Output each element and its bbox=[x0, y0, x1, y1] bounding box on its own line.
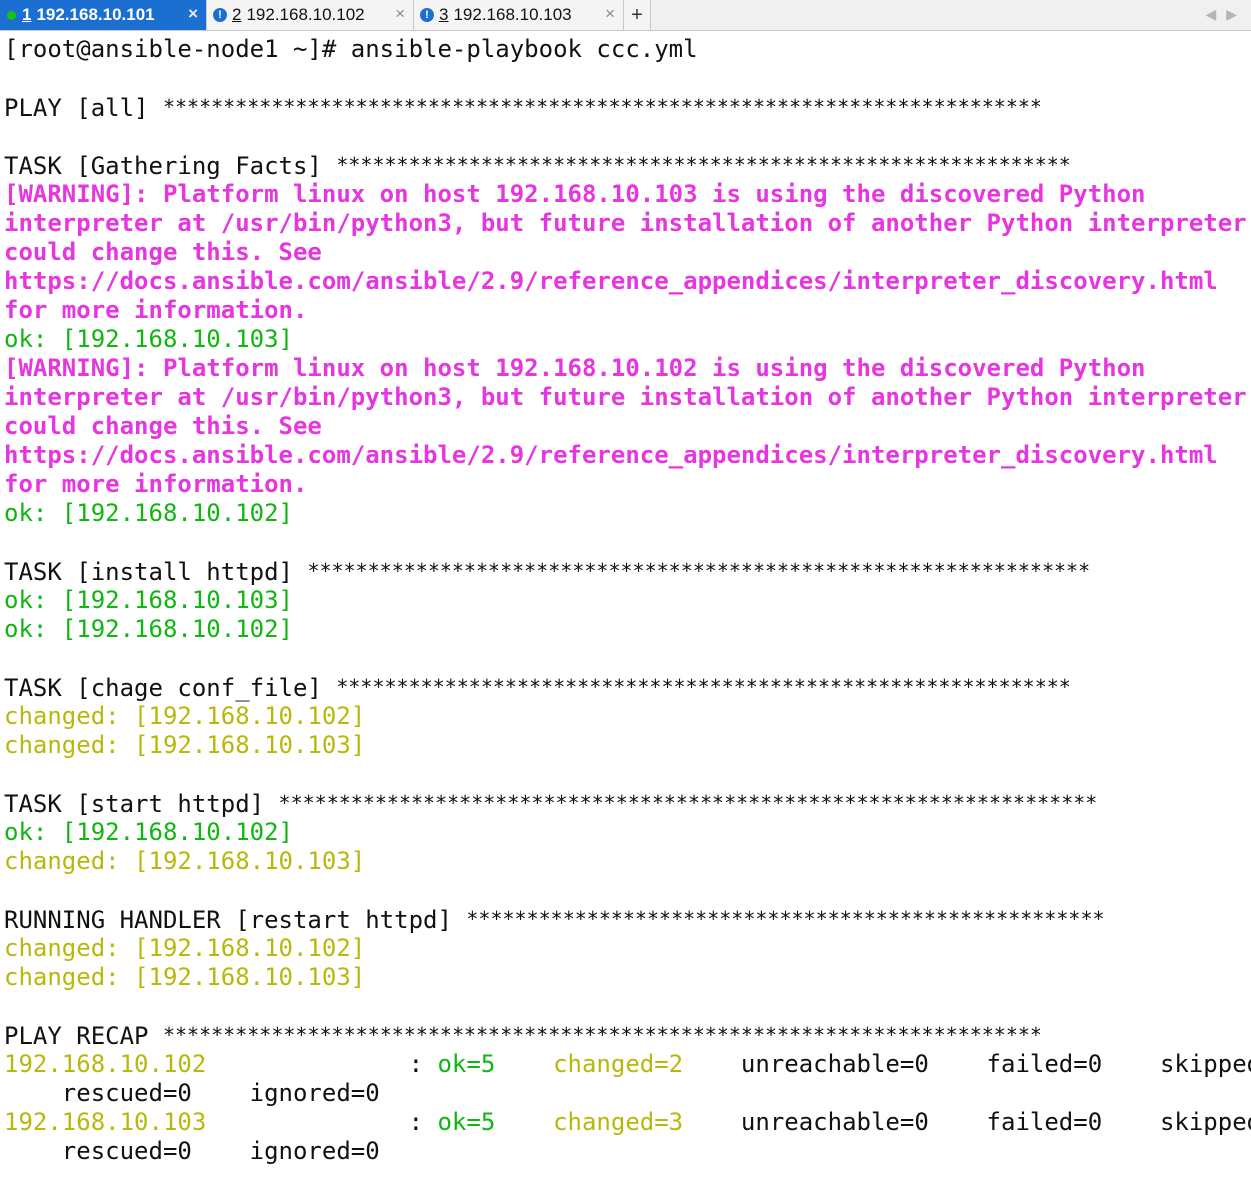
divider-stars: ****************************************… bbox=[336, 153, 1071, 177]
tab-label: 192.168.10.101 bbox=[36, 5, 155, 24]
alert-icon: ! bbox=[213, 8, 227, 22]
ok-line: ok: [192.168.10.102] bbox=[4, 499, 293, 527]
changed-line: changed: [192.168.10.102] bbox=[4, 934, 366, 962]
session-tab-bar: 1 192.168.10.101 × ! 2 192.168.10.102 × … bbox=[0, 0, 1251, 31]
divider-stars: ****************************************… bbox=[162, 1023, 1042, 1047]
recap-changed: changed=3 bbox=[553, 1108, 684, 1136]
divider-stars: ****************************************… bbox=[336, 675, 1071, 699]
divider-stars: ****************************************… bbox=[162, 95, 1042, 119]
warning-line: for more information. bbox=[4, 296, 308, 324]
recap-row-continued: rescued=0 ignored=0 bbox=[4, 1137, 380, 1165]
recap-row: 192.168.10.102 : ok=5 changed=2 unreacha… bbox=[4, 1050, 1251, 1078]
warning-line: https://docs.ansible.com/ansible/2.9/ref… bbox=[4, 267, 1218, 295]
warning-line: interpreter at /usr/bin/python3, but fut… bbox=[4, 209, 1247, 237]
handler-header: RUNNING HANDLER [restart httpd] ********… bbox=[4, 906, 1105, 934]
tab-label: 192.168.10.102 bbox=[246, 5, 365, 24]
recap-host: 192.168.10.102 bbox=[4, 1050, 207, 1078]
session-tab-1[interactable]: 1 192.168.10.101 × bbox=[0, 0, 207, 30]
close-icon[interactable]: × bbox=[605, 4, 615, 24]
recap-row-continued: rescued=0 ignored=0 bbox=[4, 1079, 380, 1107]
terminal-output[interactable]: [root@ansible-node1 ~]# ansible-playbook… bbox=[0, 31, 1251, 1166]
warning-line: [WARNING]: Platform linux on host 192.16… bbox=[4, 180, 1146, 208]
play-header: PLAY [all] *****************************… bbox=[4, 94, 1042, 122]
alert-icon: ! bbox=[420, 8, 434, 22]
recap-header: PLAY RECAP *****************************… bbox=[4, 1022, 1042, 1050]
recap-ok: ok=5 bbox=[437, 1050, 496, 1078]
close-icon[interactable]: × bbox=[395, 4, 405, 24]
warning-line: [WARNING]: Platform linux on host 192.16… bbox=[4, 354, 1146, 382]
task-header: TASK [Gathering Facts] *****************… bbox=[4, 152, 1071, 180]
changed-line: changed: [192.168.10.103] bbox=[4, 731, 366, 759]
ok-line: ok: [192.168.10.102] bbox=[4, 818, 293, 846]
connected-status-icon bbox=[7, 10, 16, 20]
changed-line: changed: [192.168.10.103] bbox=[4, 847, 366, 875]
recap-changed: changed=2 bbox=[553, 1050, 684, 1078]
scroll-left-icon[interactable]: ◀ bbox=[1205, 6, 1216, 23]
tab-number: 3 bbox=[439, 5, 449, 24]
close-icon[interactable]: × bbox=[188, 4, 198, 24]
ok-line: ok: [192.168.10.103] bbox=[4, 325, 293, 353]
ok-line: ok: [192.168.10.103] bbox=[4, 586, 293, 614]
task-header: TASK [install httpd] *******************… bbox=[4, 558, 1091, 586]
divider-stars: ****************************************… bbox=[307, 559, 1091, 583]
changed-line: changed: [192.168.10.102] bbox=[4, 702, 366, 730]
tab-number: 1 bbox=[22, 5, 32, 24]
divider-stars: ****************************************… bbox=[466, 907, 1105, 931]
warning-line: could change this. See bbox=[4, 238, 322, 266]
recap-row: 192.168.10.103 : ok=5 changed=3 unreacha… bbox=[4, 1108, 1251, 1136]
warning-line: could change this. See bbox=[4, 412, 322, 440]
recap-host: 192.168.10.103 bbox=[4, 1108, 207, 1136]
add-tab-button[interactable]: + bbox=[624, 0, 651, 30]
recap-ok: ok=5 bbox=[437, 1108, 496, 1136]
warning-line: for more information. bbox=[4, 470, 308, 498]
tab-number: 2 bbox=[232, 5, 242, 24]
scroll-right-icon[interactable]: ▶ bbox=[1226, 6, 1237, 23]
tab-scroll-controls: ◀ ▶ bbox=[1205, 6, 1237, 23]
session-tab-2[interactable]: ! 2 192.168.10.102 × bbox=[207, 0, 414, 30]
warning-line: https://docs.ansible.com/ansible/2.9/ref… bbox=[4, 441, 1218, 469]
task-header: TASK [chage conf_file] *****************… bbox=[4, 674, 1071, 702]
ok-line: ok: [192.168.10.102] bbox=[4, 615, 293, 643]
tab-label: 192.168.10.103 bbox=[453, 5, 572, 24]
divider-stars: ****************************************… bbox=[278, 791, 1098, 815]
changed-line: changed: [192.168.10.103] bbox=[4, 963, 366, 991]
warning-line: interpreter at /usr/bin/python3, but fut… bbox=[4, 383, 1247, 411]
task-header: TASK [start httpd] *********************… bbox=[4, 790, 1098, 818]
session-tab-3[interactable]: ! 3 192.168.10.103 × bbox=[414, 0, 624, 30]
command-line: [root@ansible-node1 ~]# ansible-playbook… bbox=[4, 35, 698, 63]
